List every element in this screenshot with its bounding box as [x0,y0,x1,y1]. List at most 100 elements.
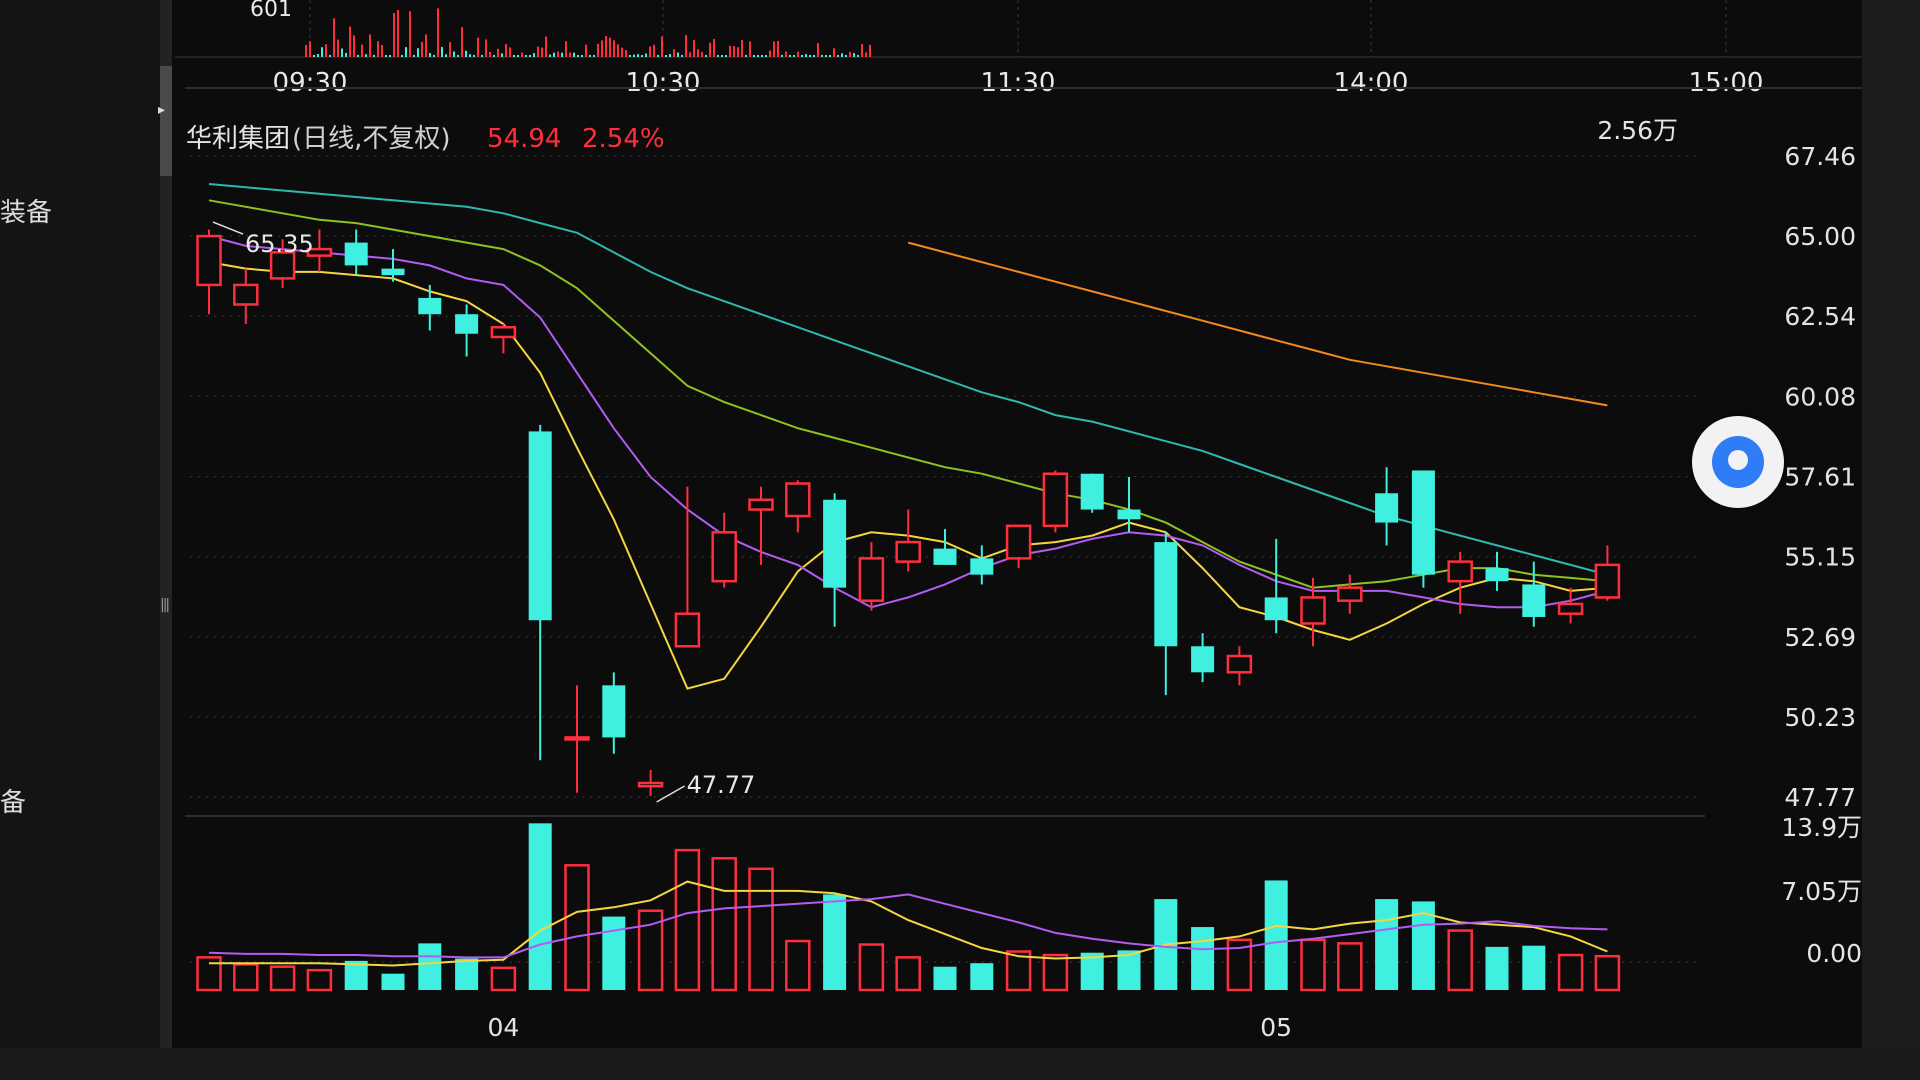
candle-body [823,499,847,588]
volume-axis-label: 13.9万 [1781,813,1862,842]
volume-bar [858,943,885,992]
price-axis-label: 60.08 [1784,382,1856,411]
price-axis-label: 65.00 [1784,222,1856,251]
candle-body [1154,542,1178,647]
candle-body [970,558,994,575]
time-tick-label: 10:30 [626,68,701,98]
change-percent: 2.54% [582,124,665,154]
volume-bar [1042,953,1069,992]
volume-bar [1522,945,1546,990]
volume-bar [1447,929,1473,992]
volume-bar [233,963,259,992]
candle-body [455,314,479,334]
candle-body [1447,560,1473,583]
volume-bar [269,965,296,992]
volume-bar [933,966,957,990]
volume-bar [528,823,552,990]
date-tick-label: 05 [1260,1013,1292,1042]
high-price-label: 65.35 [245,230,314,258]
candle-body [1080,473,1104,510]
candle-body [490,325,517,339]
volume-bar [748,867,774,992]
volume-readout: 2.56万 [1597,116,1678,145]
candle-body [674,612,701,648]
candle-body [1191,646,1215,673]
volume-bar [1485,946,1509,990]
volume-bar [1264,880,1288,990]
intraday-volume-label: 601 [250,0,292,22]
volume-bar [711,857,737,992]
candle-body [1522,584,1546,617]
volume-bar [1594,954,1621,992]
candle-body [785,482,811,518]
candle-body [1557,602,1584,615]
candle-body [1264,597,1288,621]
candle-body [711,531,737,583]
volume-bar [1375,899,1399,990]
volume-bar [564,864,590,992]
price-axis-label: 50.23 [1784,703,1856,732]
price-axis-label: 55.15 [1784,543,1856,572]
price-axis-label: 52.69 [1784,623,1856,652]
candle-body [528,431,552,621]
volume-bar [306,968,333,992]
volume-bar [381,973,405,990]
candle-body [858,557,885,602]
right-panel [1862,0,1920,1080]
volume-bar [785,939,811,992]
candle-body [1485,568,1509,582]
volume-bar [1557,953,1584,992]
volume-axis-label: 7.05万 [1781,877,1862,906]
volume-bar [455,958,479,990]
volume-bar [1337,942,1363,992]
volume-bar [895,956,921,992]
volume-bar [602,916,626,990]
volume-axis-label: 0.00 [1806,939,1862,968]
price-axis-label: 62.54 [1784,302,1856,331]
ma60-line [907,241,1608,407]
volume-bar [490,966,517,992]
date-tick-label: 04 [487,1013,519,1042]
low-price-label: 47.77 [687,771,756,799]
time-tick-label: 11:30 [981,68,1056,98]
assistant-float-button[interactable] [1692,416,1784,508]
candle-body [933,548,957,565]
time-tick-label: 14:00 [1334,68,1409,98]
candle-body [381,268,405,276]
high-marker-line [212,221,244,235]
candle-body [1117,509,1141,520]
candle-body [196,234,222,287]
volume-bar [823,894,847,990]
candle-body [564,736,590,741]
volume-bar [970,963,994,990]
ma5-line [208,261,1608,690]
price-axis-label: 57.61 [1784,463,1856,492]
low-marker-line [656,785,685,803]
candle-body [1005,524,1032,560]
candle-body [1594,563,1621,599]
candle-body [233,283,259,306]
candle-body [1411,470,1435,575]
candle-body [748,498,774,511]
candle-body [1375,493,1399,523]
volume-bar [1191,927,1215,990]
volume-bar [1300,938,1326,992]
time-tick-label: 15:00 [1689,68,1764,98]
stock-name: 华利集团 [186,124,290,154]
candle-body [1042,472,1069,528]
bottom-bar [0,1048,1920,1080]
candle-body [1226,654,1253,674]
current-price: 54.94 [487,124,561,154]
candle-body [602,685,626,738]
price-axis-label: 67.46 [1784,142,1856,171]
stock-chart: 601 09:30 10:30 11:30 14:00 15:00 华利集团 (日线,不… [175,0,1862,1042]
volume-bar [418,943,442,990]
candle-body [895,540,921,563]
price-axis-label: 47.77 [1784,783,1856,812]
candle-body [1337,586,1363,602]
candle-body [418,297,442,315]
candle-body [637,781,664,788]
period-label: (日线,不复权) [292,124,451,154]
candle-body [344,242,368,266]
candle-body [1300,596,1326,625]
